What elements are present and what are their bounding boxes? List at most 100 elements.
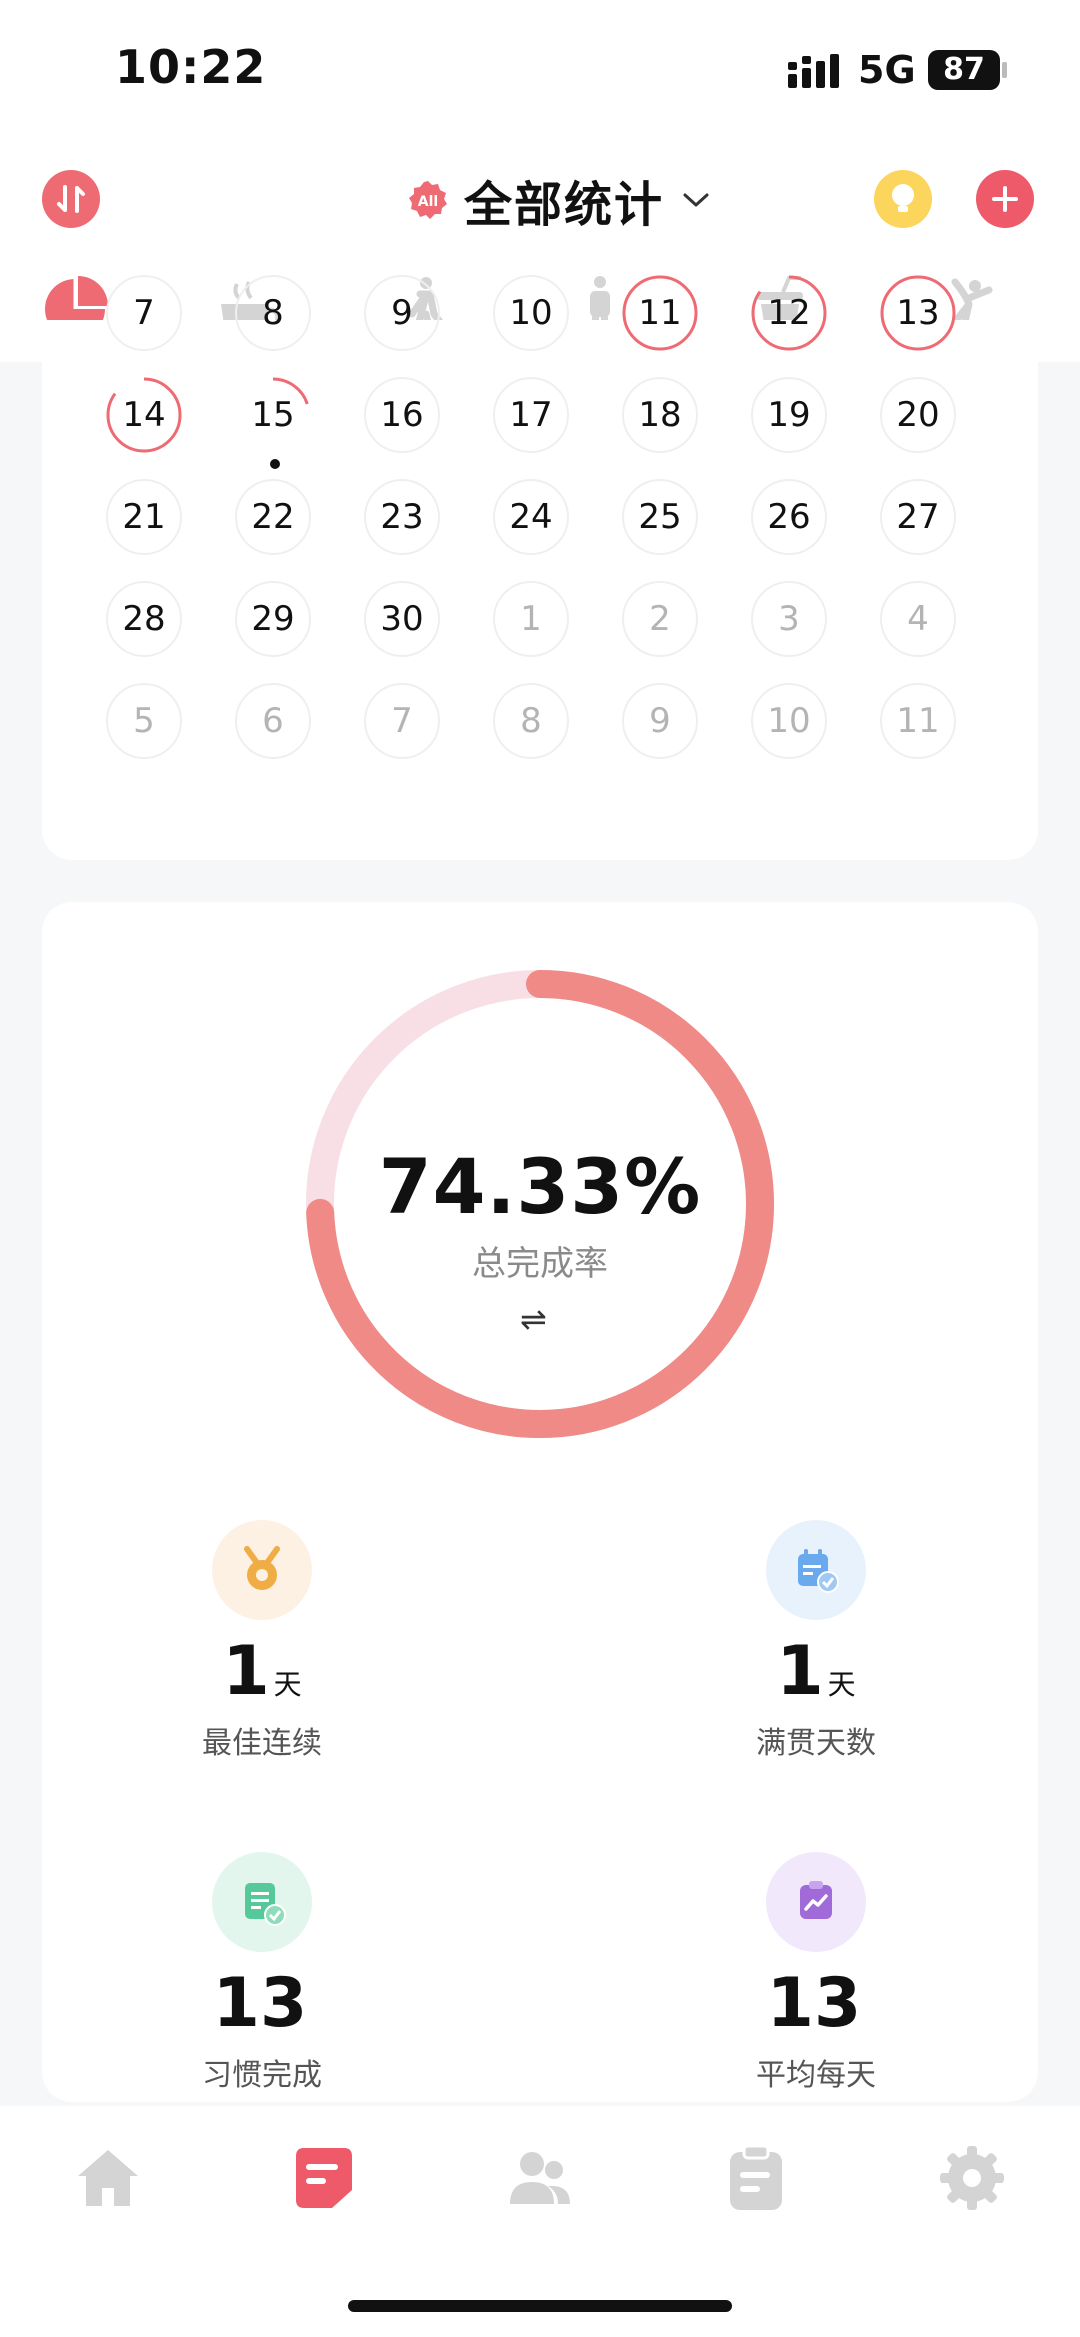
calendar-day[interactable]: 9 [364, 275, 440, 351]
calendar-day[interactable]: 24 [493, 479, 569, 555]
completion-rate-value: 74.33% [378, 1142, 702, 1231]
sort-icon [57, 185, 85, 213]
stat-perfect-days: 1天 满贯天数 [666, 1520, 966, 1762]
calendar-day-number: 7 [133, 293, 155, 333]
stat-daily-average: 13 平均每天 [666, 1852, 966, 2094]
calendar-day-number: 2 [649, 599, 671, 639]
calendar-day[interactable]: 22 [235, 479, 311, 555]
stat-label: 满贯天数 [756, 1726, 876, 1761]
statistics-tab-icon[interactable] [288, 2142, 360, 2214]
calendar-day[interactable]: 14 [106, 377, 182, 453]
calendar-day[interactable]: 9 [622, 683, 698, 759]
calendar-day-number: 17 [509, 395, 553, 435]
home-indicator [348, 2300, 732, 2312]
calendar-day[interactable]: 27 [880, 479, 956, 555]
calendar-grid: 7 8 9 10 11 12 13 14 15 16 17 18 19 20 21 22 23 24 25 26 27 2… [42, 275, 1038, 860]
stat-best-streak: 1天 最佳连续 [112, 1520, 412, 1762]
battery-indicator: 87 [928, 50, 1000, 90]
tips-button[interactable] [874, 170, 932, 228]
calendar-day[interactable]: 29 [235, 581, 311, 657]
stat-value: 13 [766, 1964, 862, 2043]
calendar-day[interactable]: 11 [880, 683, 956, 759]
calendar-day[interactable]: 8 [235, 275, 311, 351]
calendar-day-number: 10 [509, 293, 553, 333]
stat-label: 平均每天 [756, 2058, 876, 2093]
calendar-day-number: 7 [391, 701, 413, 741]
notes-icon[interactable] [720, 2142, 792, 2214]
calendar-day[interactable]: 28 [106, 581, 182, 657]
status-time: 10:22 [115, 40, 267, 94]
battery-tip [1002, 62, 1007, 78]
stat-value: 1 [776, 1632, 824, 1711]
app-header: All 全部统计 [0, 140, 1080, 260]
all-badge-icon: All [409, 181, 447, 219]
calendar-day[interactable]: 10 [493, 275, 569, 351]
calendar-day[interactable]: 6 [235, 683, 311, 759]
calendar-day-number: 8 [262, 293, 284, 333]
calendar-day-number: 3 [778, 599, 800, 639]
switch-view-icon[interactable]: ⇌ [520, 1300, 547, 1338]
sort-button[interactable] [42, 170, 100, 228]
calendar-day[interactable]: 11 [622, 275, 698, 351]
stat-unit: 天 [827, 1668, 856, 1701]
settings-gear-icon[interactable] [936, 2142, 1008, 2214]
calendar-day-number: 21 [122, 497, 166, 537]
checklist-icon [212, 1852, 312, 1952]
calendar-day[interactable]: 8 [493, 683, 569, 759]
network-type: 5G [858, 48, 916, 92]
page-title: 全部统计 [464, 177, 665, 233]
calendar-day[interactable]: 5 [106, 683, 182, 759]
calendar-day-number: 26 [767, 497, 811, 537]
calendar-day[interactable]: 30 [364, 581, 440, 657]
stat-value: 13 [212, 1964, 308, 2043]
calendar-day[interactable]: 4 [880, 581, 956, 657]
calendar-day[interactable]: 7 [364, 683, 440, 759]
calendar-day[interactable]: 12 [751, 275, 827, 351]
calendar-day-number: 28 [122, 599, 166, 639]
calendar-day[interactable]: 7 [106, 275, 182, 351]
day-progress-ring [235, 377, 311, 453]
calendar-day[interactable]: 10 [751, 683, 827, 759]
calendar-day[interactable]: 18 [622, 377, 698, 453]
calendar-day-number: 4 [907, 599, 929, 639]
calendar-day-number: 22 [251, 497, 295, 537]
home-icon[interactable] [72, 2142, 144, 2214]
calendar-day[interactable]: 15 [235, 377, 311, 469]
day-progress-ring [880, 275, 956, 351]
stat-unit: 天 [273, 1668, 302, 1701]
day-progress-ring [106, 377, 182, 453]
calendar-day-number: 29 [251, 599, 295, 639]
completion-rate-label: 总完成率 [472, 1244, 608, 1284]
calendar-day[interactable]: 26 [751, 479, 827, 555]
calendar-day-number: 8 [520, 701, 542, 741]
calendar-day[interactable]: 19 [751, 377, 827, 453]
calendar-day[interactable]: 20 [880, 377, 956, 453]
plus-icon [992, 186, 1018, 212]
stat-habits-completed: 13 习惯完成 [112, 1852, 412, 2094]
calendar-day[interactable]: 2 [622, 581, 698, 657]
calendar-day-number: 19 [767, 395, 811, 435]
calendar-day[interactable]: 13 [880, 275, 956, 351]
calendar-day[interactable]: 17 [493, 377, 569, 453]
calendar-day[interactable]: 21 [106, 479, 182, 555]
calendar-day-number: 1 [520, 599, 542, 639]
calendar-day-number: 20 [896, 395, 940, 435]
signal-icon [788, 54, 839, 88]
calendar-day-number: 16 [380, 395, 424, 435]
calendar-day[interactable]: 25 [622, 479, 698, 555]
calendar-day-number: 9 [391, 293, 413, 333]
calendar-day-number: 27 [896, 497, 940, 537]
svg-text:All: All [418, 194, 438, 210]
day-progress-ring [751, 275, 827, 351]
calendar-day[interactable]: 1 [493, 581, 569, 657]
stats-scope-selector[interactable]: All 全部统计 [408, 160, 710, 240]
calendar-day[interactable]: 23 [364, 479, 440, 555]
calendar-day[interactable]: 3 [751, 581, 827, 657]
calendar-day[interactable]: 16 [364, 377, 440, 453]
status-bar: 10:22 5G 87 [0, 0, 1080, 140]
add-button[interactable] [976, 170, 1034, 228]
calendar-day-number: 30 [380, 599, 424, 639]
friends-icon[interactable] [504, 2142, 576, 2214]
chevron-down-icon [683, 193, 709, 207]
calendar-day-number: 11 [896, 701, 940, 741]
